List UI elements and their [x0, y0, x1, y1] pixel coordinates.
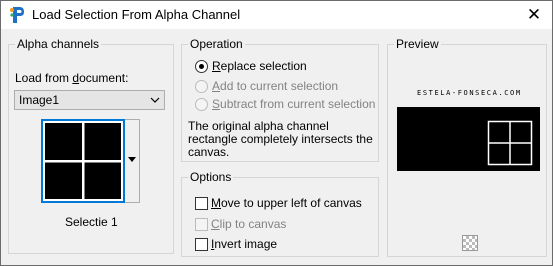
invert-image-checkbox[interactable] [195, 238, 208, 251]
operation-description-line1: The original alpha channel [188, 119, 329, 133]
operation-description-line2: rectangle completely intersects the [188, 132, 373, 146]
replace-selection-label[interactable]: Replace selection [212, 59, 307, 73]
transparency-checker-icon[interactable] [462, 235, 478, 251]
watermark-text: ESTELA-FONSECA.COM [417, 89, 522, 97]
radio-add-to-selection[interactable] [195, 80, 208, 93]
channel-thumbnail[interactable] [41, 119, 125, 203]
move-to-upper-left-label[interactable]: Move to upper left of canvas [211, 196, 362, 210]
operation-description-line3: canvas. [188, 145, 230, 159]
alpha-channels-title: Alpha channels [15, 36, 102, 52]
preview-canvas [397, 107, 540, 171]
title-bar[interactable]: Load Selection From Alpha Channel ✕ [1, 1, 552, 29]
document-select[interactable]: Image1 [14, 90, 165, 110]
move-to-upper-left-checkbox[interactable] [195, 197, 208, 210]
operation-title: Operation [188, 36, 245, 52]
radio-replace-selection[interactable] [195, 60, 208, 73]
options-title: Options [188, 169, 234, 185]
window-title: Load Selection From Alpha Channel [32, 7, 241, 22]
clip-to-canvas-checkbox[interactable] [195, 218, 208, 231]
invert-image-label[interactable]: Invert image [211, 237, 277, 251]
paintshop-pro-icon [10, 7, 24, 23]
dialog-window: Load Selection From Alpha Channel ✕ Alph… [0, 0, 553, 266]
dropdown-arrow-icon [128, 157, 136, 162]
preview-image [397, 107, 540, 171]
preview-title: Preview [394, 36, 441, 52]
close-button[interactable]: ✕ [516, 1, 552, 29]
subtract-from-selection-label[interactable]: Subtract from current selection [212, 97, 375, 111]
channel-dropdown-button[interactable] [125, 119, 140, 203]
add-to-selection-label[interactable]: Add to current selection [212, 79, 338, 93]
channel-thumbnail-image [45, 123, 121, 199]
clip-to-canvas-label[interactable]: Clip to canvas [211, 217, 286, 231]
chevron-down-icon [150, 97, 160, 103]
load-from-document-label: Load from document: [15, 71, 129, 85]
radio-subtract-from-selection[interactable] [195, 98, 208, 111]
channel-name: Selectie 1 [65, 215, 118, 229]
document-select-value: Image1 [19, 93, 60, 107]
